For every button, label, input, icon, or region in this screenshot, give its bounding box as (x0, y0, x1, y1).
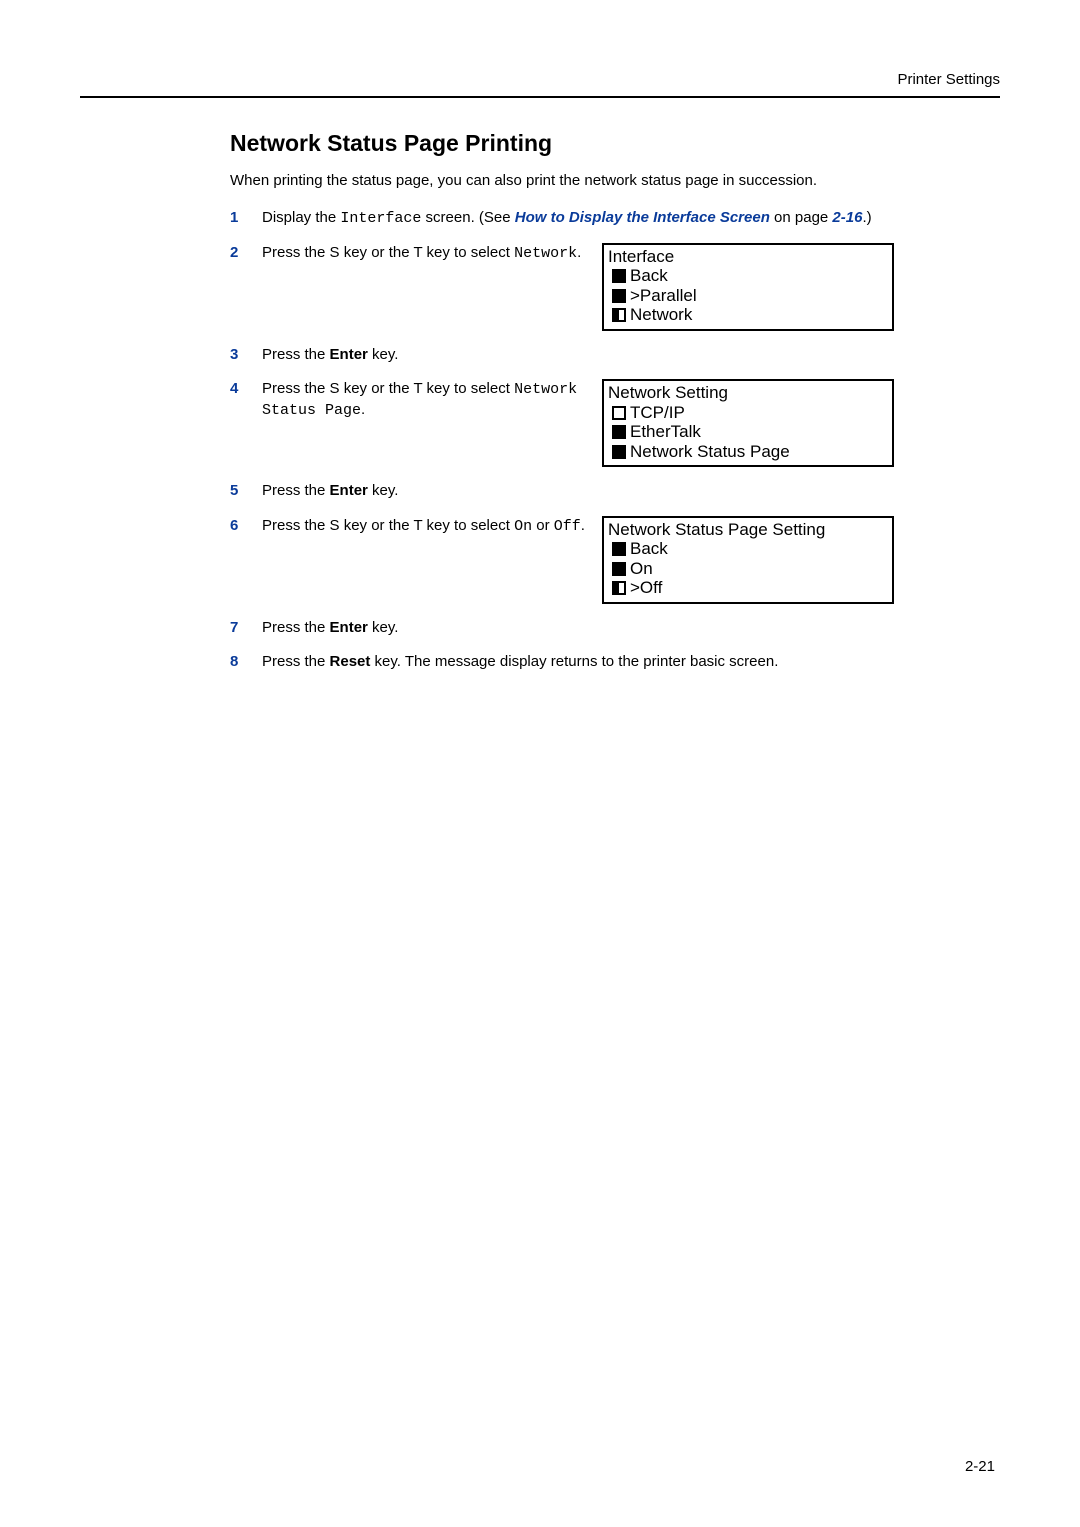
marker-icon (612, 406, 626, 420)
code-text: On (514, 518, 532, 535)
lcd-title: Interface (608, 247, 888, 267)
marker-icon (612, 308, 626, 322)
text: screen. (See (421, 209, 514, 226)
code-text: Off (554, 518, 581, 535)
xref-link[interactable]: How to Display the Interface Screen (515, 209, 770, 226)
lcd-item: Back (630, 539, 668, 559)
content-area: Network Status Page Printing When printi… (80, 98, 1000, 672)
step-number: 7 (230, 618, 248, 638)
marker-icon (612, 542, 626, 556)
step-body: Press the S key or the T key to select N… (262, 243, 1000, 331)
text: key. (368, 482, 399, 499)
page-number: 2-21 (965, 1457, 995, 1477)
step-3: 3 Press the Enter key. (230, 345, 1000, 365)
document-page: Printer Settings Network Status Page Pri… (0, 0, 1080, 1527)
lcd-title: Network Status Page Setting (608, 520, 888, 540)
bold-text: Reset (330, 653, 371, 670)
lcd-item: Network Status Page (630, 442, 790, 462)
text: key. The message display returns to the … (370, 653, 778, 670)
step-body: Press the S key or the T key to select N… (262, 379, 1000, 467)
step-4: 4 Press the S key or the T key to select… (230, 379, 1000, 467)
lcd-display-interface: Interface Back >Parallel Network (602, 243, 894, 331)
bold-text: Enter (330, 482, 368, 499)
intro-text: When printing the status page, you can a… (230, 171, 1000, 191)
step-body: Press the Reset key. The message display… (262, 652, 1000, 672)
text: or (532, 517, 554, 534)
text: Press the (262, 653, 330, 670)
text: on page (770, 209, 833, 226)
text: key. (368, 346, 399, 363)
text: .) (862, 209, 871, 226)
marker-icon (612, 425, 626, 439)
text: Press the S key or the T key to select (262, 244, 514, 261)
step-number: 5 (230, 481, 248, 501)
marker-icon (612, 581, 626, 595)
step-7: 7 Press the Enter key. (230, 618, 1000, 638)
text: Press the (262, 482, 330, 499)
lcd-display-status-page-setting: Network Status Page Setting Back On >Off (602, 516, 894, 604)
lcd-item: EtherTalk (630, 422, 701, 442)
lcd-display-network-setting: Network Setting TCP/IP EtherTalk Network… (602, 379, 894, 467)
code-text: Network (514, 245, 577, 262)
marker-icon (612, 445, 626, 459)
text: . (581, 517, 585, 534)
text: Press the S key or the T key to select (262, 517, 514, 534)
lcd-title: Network Setting (608, 383, 888, 403)
step-number: 2 (230, 243, 248, 263)
marker-icon (612, 269, 626, 283)
step-body: Press the Enter key. (262, 345, 1000, 365)
page-ref-link[interactable]: 2-16 (832, 209, 862, 226)
lcd-item: Network (630, 305, 692, 325)
section-title: Network Status Page Printing (230, 128, 1000, 159)
text: Press the (262, 346, 330, 363)
lcd-item: TCP/IP (630, 403, 685, 423)
lcd-item: >Off (630, 578, 662, 598)
bold-text: Enter (330, 346, 368, 363)
text: Press the (262, 619, 330, 636)
text: . (577, 244, 581, 261)
step-5: 5 Press the Enter key. (230, 481, 1000, 501)
step-body: Press the Enter key. (262, 481, 1000, 501)
marker-icon (612, 562, 626, 576)
step-body: Press the S key or the T key to select O… (262, 516, 1000, 604)
code-text: Interface (340, 210, 421, 227)
text: . (361, 401, 365, 418)
marker-icon (612, 289, 626, 303)
bold-text: Enter (330, 619, 368, 636)
text: Press the S key or the T key to select (262, 380, 514, 397)
text: Display the (262, 209, 340, 226)
step-number: 3 (230, 345, 248, 365)
step-8: 8 Press the Reset key. The message displ… (230, 652, 1000, 672)
lcd-item: >Parallel (630, 286, 697, 306)
step-body: Press the Enter key. (262, 618, 1000, 638)
step-number: 1 (230, 208, 248, 228)
header-label: Printer Settings (80, 70, 1000, 98)
lcd-item: On (630, 559, 653, 579)
step-2: 2 Press the S key or the T key to select… (230, 243, 1000, 331)
lcd-item: Back (630, 266, 668, 286)
step-1: 1 Display the Interface screen. (See How… (230, 208, 1000, 229)
text: key. (368, 619, 399, 636)
step-body: Display the Interface screen. (See How t… (262, 208, 1000, 229)
step-number: 4 (230, 379, 248, 399)
step-number: 8 (230, 652, 248, 672)
step-number: 6 (230, 516, 248, 536)
step-6: 6 Press the S key or the T key to select… (230, 516, 1000, 604)
